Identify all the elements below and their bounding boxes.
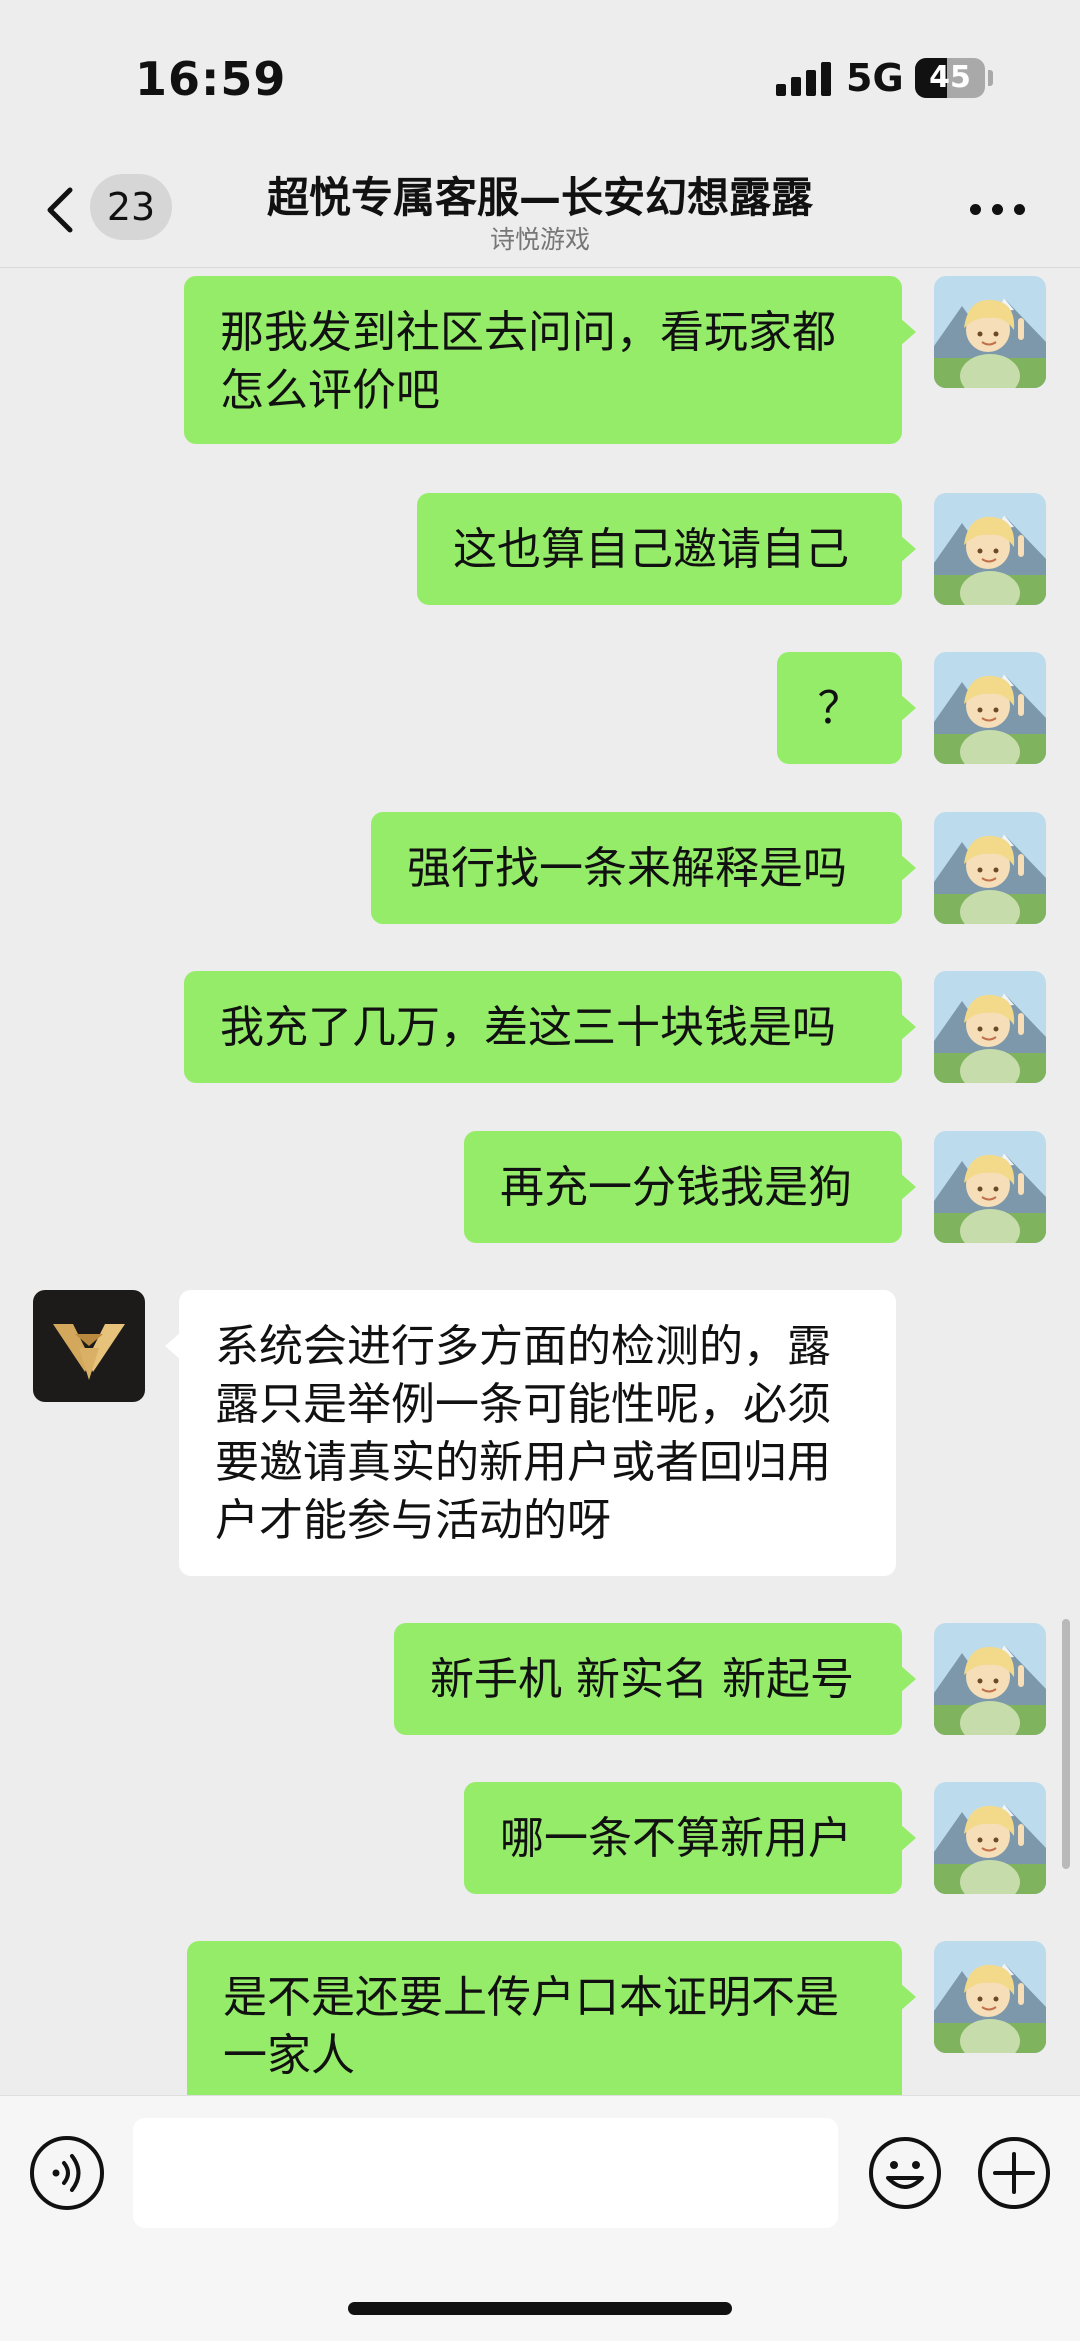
- message-list[interactable]: 那我发到社区去问问，看玩家都怎么评价吧 这也算自己邀请自己 ？ 强行找一条来解释…: [0, 269, 1080, 2095]
- user-avatar[interactable]: [934, 652, 1046, 764]
- plus-icon: [978, 2137, 1050, 2209]
- user-avatar[interactable]: [934, 971, 1046, 1083]
- emoji-button[interactable]: [866, 2134, 944, 2212]
- message-bubble-sent[interactable]: 是不是还要上传户口本证明不是一家人: [187, 1941, 916, 2095]
- user-avatar[interactable]: [934, 1782, 1046, 1894]
- status-bar: 16:59 5G 45: [0, 0, 1080, 150]
- more-functions-button[interactable]: [975, 2134, 1053, 2212]
- message-bubble-sent[interactable]: 新手机 新实名 新起号: [394, 1623, 916, 1735]
- more-dots-icon: [970, 204, 981, 215]
- home-indicator[interactable]: [348, 2302, 732, 2315]
- scrollbar[interactable]: [1062, 1619, 1070, 1869]
- battery-cap: [988, 70, 993, 86]
- chevron-left-icon: [47, 187, 73, 233]
- nav-bar: 23 超悦专属客服—长安幻想露露 诗悦游戏: [0, 150, 1080, 268]
- status-time: 16:59: [135, 52, 287, 106]
- user-avatar[interactable]: [934, 1941, 1046, 2053]
- message-bubble-sent[interactable]: 我充了几万，差这三十块钱是吗: [184, 971, 916, 1083]
- chat-subtitle: 诗悦游戏: [489, 225, 590, 254]
- message-bubble-sent[interactable]: 再充一分钱我是狗: [464, 1131, 916, 1243]
- emoji-icon: [869, 2137, 941, 2209]
- user-avatar[interactable]: [934, 276, 1046, 388]
- user-avatar[interactable]: [934, 493, 1046, 605]
- user-avatar[interactable]: [934, 1623, 1046, 1735]
- message-bubble-sent[interactable]: 哪一条不算新用户: [464, 1782, 916, 1894]
- network-type: 5G: [846, 56, 904, 100]
- chat-screen: 16:59 5G 45 23 超悦专属客服—长安幻想露露 诗悦游戏 那我发到社区…: [0, 0, 1080, 2341]
- voice-input-button[interactable]: [30, 2136, 104, 2210]
- unread-count-badge: 23: [90, 174, 172, 240]
- message-bubble-sent[interactable]: 强行找一条来解释是吗: [371, 812, 916, 924]
- message-bubble-sent[interactable]: 那我发到社区去问问，看玩家都怎么评价吧: [184, 276, 916, 444]
- battery-icon: 45: [915, 58, 985, 98]
- user-avatar[interactable]: [934, 812, 1046, 924]
- message-bubble-received[interactable]: 系统会进行多方面的检测的，露露只是举例一条可能性呢，必须要邀请真实的新用户或者回…: [165, 1290, 896, 1576]
- back-button[interactable]: 23: [34, 170, 184, 244]
- signal-strength-icon: [776, 62, 832, 96]
- message-bubble-sent[interactable]: ？: [777, 652, 916, 764]
- more-options-button[interactable]: [970, 200, 1030, 220]
- message-bubble-sent[interactable]: 这也算自己邀请自己: [417, 493, 916, 605]
- battery-percent: 45: [929, 60, 971, 95]
- chat-title: 超悦专属客服—长安幻想露露: [266, 173, 813, 222]
- service-avatar[interactable]: [33, 1290, 145, 1402]
- user-avatar[interactable]: [934, 1131, 1046, 1243]
- message-input[interactable]: [133, 2118, 838, 2228]
- voice-input-icon: [52, 2154, 81, 2192]
